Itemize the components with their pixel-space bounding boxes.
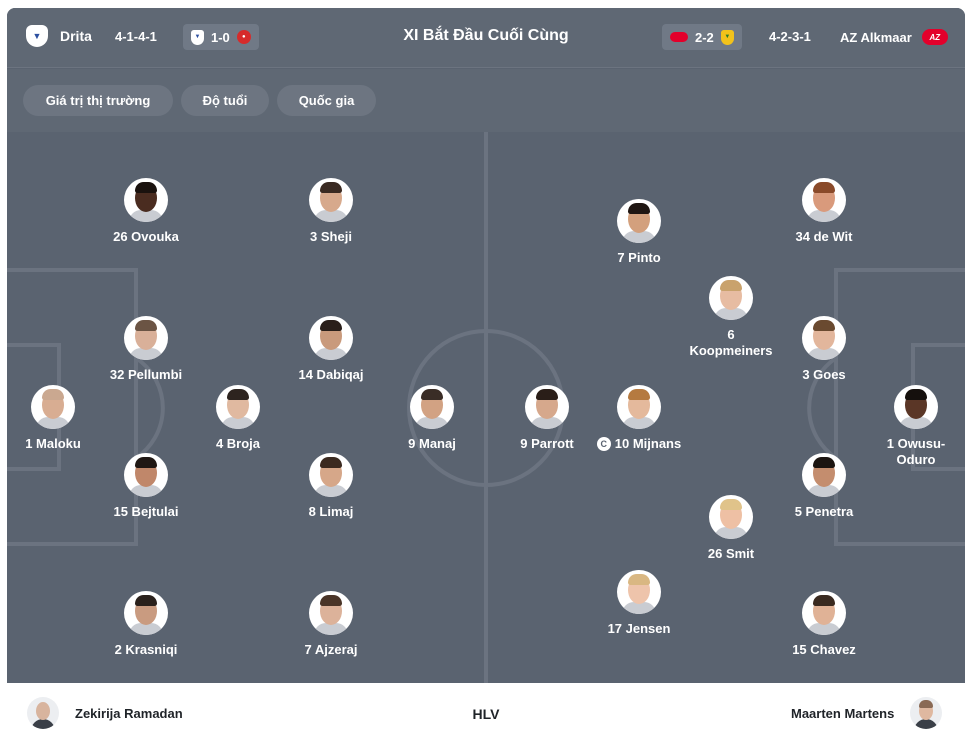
player-name: 4 Broja xyxy=(215,436,261,451)
player-name: 7 Ajzeraj xyxy=(304,642,358,657)
player-name: 34 de Wit xyxy=(795,229,853,244)
player-avatar xyxy=(124,453,168,497)
player-name: 3 Sheji xyxy=(310,229,352,244)
player-avatar xyxy=(216,385,260,429)
away-coach-name: Maarten Martens xyxy=(791,705,895,721)
player-avatar xyxy=(709,276,753,320)
az-mini-crest-icon xyxy=(670,32,688,42)
player-avatar xyxy=(802,591,846,635)
player-pinto[interactable]: 7 Pinto xyxy=(574,199,704,266)
player-ajzeraj[interactable]: 7 Ajzeraj xyxy=(266,591,396,658)
player-chavez[interactable]: 15 Chavez xyxy=(759,591,889,658)
away-team[interactable]: AZ Alkmaar AZ xyxy=(840,29,948,45)
player-bejtulai[interactable]: 15 Bejtulai xyxy=(81,453,211,520)
az-crest-icon: AZ xyxy=(921,29,948,45)
player-name: 26 Smit xyxy=(707,546,755,561)
captain-badge-icon: C xyxy=(596,437,611,451)
away-formation: 4-2-3-1 xyxy=(769,29,811,44)
away-result-score: 2-2 xyxy=(695,29,714,45)
player-avatar xyxy=(617,570,661,614)
player-name: 15 Bejtulai xyxy=(113,504,179,519)
player-dabiqaj[interactable]: 14 Dabiqaj xyxy=(266,316,396,383)
player-de-wit[interactable]: 34 de Wit xyxy=(759,178,889,245)
player-name: 26 Ovouka xyxy=(113,229,179,244)
filter-age[interactable]: Độ tuổi xyxy=(181,85,269,116)
player-avatar xyxy=(124,591,168,635)
player-sheji[interactable]: 3 Sheji xyxy=(266,178,396,245)
away-recent-result[interactable]: 2-2 ▼ xyxy=(662,24,742,50)
page-title: XI Bắt Đầu Cuối Cùng xyxy=(403,27,569,44)
player-krasniqi[interactable]: 2 Krasniqi xyxy=(81,591,211,658)
player-avatar xyxy=(309,178,353,222)
player-avatar xyxy=(894,385,938,429)
player-name: 15 Chavez xyxy=(792,642,856,657)
player-name: 10 Mijnans xyxy=(614,436,682,451)
away-coach[interactable]: Maarten Martens xyxy=(791,697,943,729)
player-name: 32 Pellumbi xyxy=(109,367,183,382)
player-name: 5 Penetra xyxy=(794,504,854,519)
player-avatar xyxy=(617,385,661,429)
player-avatar xyxy=(802,453,846,497)
player-pellumbi[interactable]: 32 Pellumbi xyxy=(81,316,211,383)
player-name: 17 Jensen xyxy=(607,621,671,636)
player-avatar xyxy=(802,178,846,222)
player-avatar xyxy=(309,316,353,360)
coach-avatar xyxy=(910,697,943,729)
player-jensen[interactable]: 17 Jensen xyxy=(574,570,704,637)
player-goes[interactable]: 3 Goes xyxy=(759,316,889,383)
player-avatar xyxy=(31,385,75,429)
pitch: 26 Ovouka 3 Sheji 32 Pellumbi 14 Dabiqaj… xyxy=(7,132,965,683)
player-smit[interactable]: 26 Smit xyxy=(666,495,796,562)
away-team-name: AZ Alkmaar xyxy=(840,29,912,45)
player-name-row: C 10 Mijnans xyxy=(596,436,682,452)
player-name: 2 Krasniqi xyxy=(114,642,178,657)
player-name: 7 Pinto xyxy=(617,250,661,265)
player-limaj[interactable]: 8 Limaj xyxy=(266,453,396,520)
player-name: 14 Dabiqaj xyxy=(298,367,364,382)
player-name: 1 Owusu-Oduro xyxy=(886,436,946,467)
player-name: 9 Manaj xyxy=(408,436,456,451)
player-avatar xyxy=(802,316,846,360)
player-avatar xyxy=(309,591,353,635)
player-name: 8 Limaj xyxy=(308,504,354,519)
player-mijnans[interactable]: C 10 Mijnans xyxy=(574,385,704,452)
player-name: 9 Parrott xyxy=(520,436,574,451)
player-avatar xyxy=(525,385,569,429)
player-avatar xyxy=(124,178,168,222)
filter-bar: Giá trị thị trường Độ tuổi Quốc gia xyxy=(7,69,965,132)
player-avatar xyxy=(709,495,753,539)
coach-bar: Zekirija Ramadan HLV Maarten Martens xyxy=(7,683,965,744)
lineup-card: ▼ Drita 4-1-4-1 ▼ 1-0 ● XI Bắt Đầu Cuối … xyxy=(7,8,965,744)
player-broja[interactable]: 4 Broja xyxy=(173,385,303,452)
opponent-crest-icon: ▼ xyxy=(720,29,734,45)
player-avatar xyxy=(410,385,454,429)
player-avatar xyxy=(617,199,661,243)
player-ovouka[interactable]: 26 Ovouka xyxy=(81,178,211,245)
filter-nationality[interactable]: Quốc gia xyxy=(277,85,376,116)
player-name: 1 Maloku xyxy=(25,436,81,451)
player-avatar xyxy=(124,316,168,360)
player-name: 3 Goes xyxy=(802,367,846,382)
player-maloku[interactable]: 1 Maloku xyxy=(7,385,118,452)
filter-market-value[interactable]: Giá trị thị trường xyxy=(23,85,173,116)
lineup-header: ▼ Drita 4-1-4-1 ▼ 1-0 ● XI Bắt Đầu Cuối … xyxy=(7,8,965,68)
player-manaj[interactable]: 9 Manaj xyxy=(367,385,497,452)
player-avatar xyxy=(309,453,353,497)
